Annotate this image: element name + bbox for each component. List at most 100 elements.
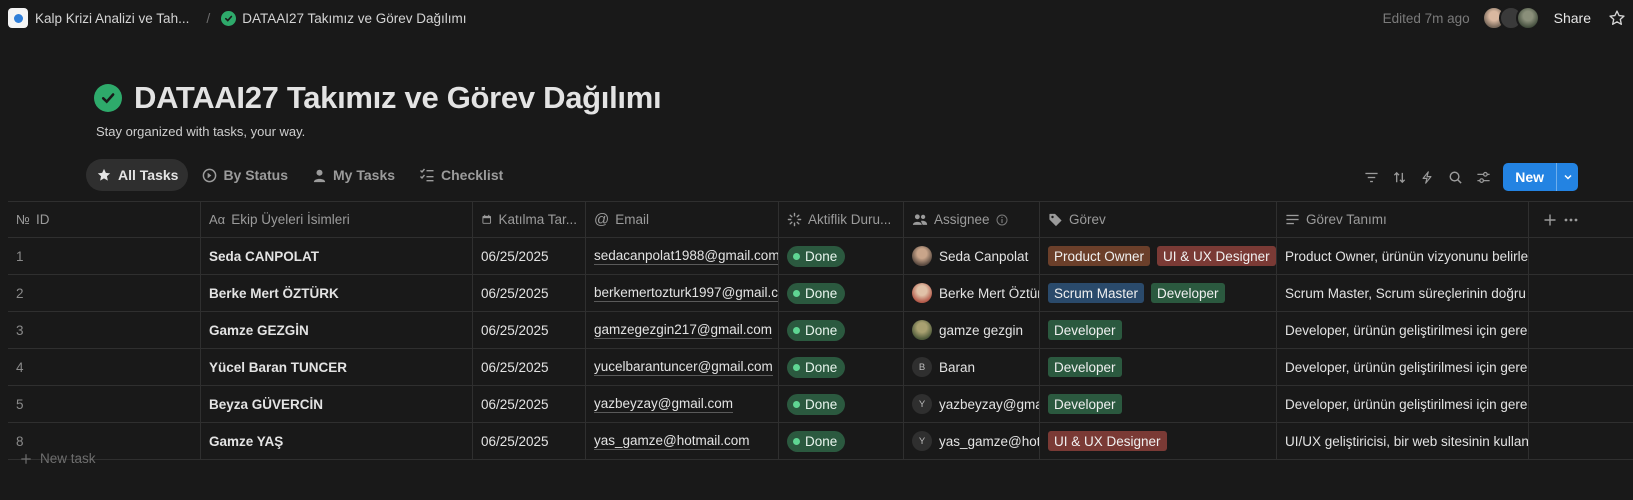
- cell-date[interactable]: 06/25/2025: [473, 275, 586, 311]
- cell-date[interactable]: 06/25/2025: [473, 386, 586, 422]
- table-row[interactable]: 5 Beyza GÜVERCİN 06/25/2025 yazbeyzay@gm…: [8, 386, 1633, 423]
- gorev-tag[interactable]: Product Owner: [1048, 246, 1151, 266]
- gorev-tag[interactable]: UI & UX Designer: [1048, 431, 1167, 451]
- cell-assignee[interactable]: B Baran: [904, 349, 1040, 385]
- column-header-email[interactable]: @ Email: [586, 202, 779, 237]
- cell-tanim[interactable]: Developer, ürünün geliştirilmesi için ge…: [1277, 386, 1529, 422]
- tab-by-status[interactable]: By Status: [192, 159, 298, 191]
- status-badge[interactable]: Done: [787, 245, 846, 267]
- cell-tanim[interactable]: Product Owner, ürünün vizyonunu belirler: [1277, 238, 1529, 274]
- cell-assignee[interactable]: Berke Mert Öztürk: [904, 275, 1040, 311]
- cell-gorev[interactable]: Developer: [1040, 349, 1277, 385]
- assignee[interactable]: Berke Mert Öztürk: [912, 283, 1039, 303]
- share-button[interactable]: Share: [1554, 10, 1591, 26]
- email-link[interactable]: yucelbarantuncer@gmail.com: [594, 359, 773, 376]
- collaborator-avatars[interactable]: [1481, 6, 1540, 30]
- new-button[interactable]: New: [1503, 163, 1556, 191]
- status-badge[interactable]: Done: [787, 393, 846, 415]
- cell-email[interactable]: yas_gamze@hotmail.com: [586, 423, 779, 459]
- cell-status[interactable]: Done: [779, 349, 904, 385]
- assignee[interactable]: Yyazbeyzay@gmail: [912, 394, 1039, 414]
- cell-date[interactable]: 06/25/2025: [473, 312, 586, 348]
- cell-status[interactable]: Done: [779, 423, 904, 459]
- chevron-down-icon[interactable]: [1556, 163, 1578, 191]
- search-icon[interactable]: [1441, 164, 1469, 190]
- cell-gorev[interactable]: Developer: [1040, 312, 1277, 348]
- table-row[interactable]: 8 Gamze YAŞ 06/25/2025 yas_gamze@hotmail…: [8, 423, 1633, 460]
- filter-icon[interactable]: [1357, 164, 1385, 190]
- cell-status[interactable]: Done: [779, 386, 904, 422]
- settings-sliders-icon[interactable]: [1469, 164, 1497, 190]
- gorev-tag[interactable]: Developer: [1048, 357, 1122, 377]
- assignee[interactable]: gamze gezgin: [912, 320, 1023, 340]
- cell-id[interactable]: 5: [8, 386, 201, 422]
- assignee[interactable]: Seda Canpolat: [912, 246, 1028, 266]
- column-header-name[interactable]: Aα Ekip Üyeleri İsimleri: [201, 202, 473, 237]
- assignee[interactable]: Yyas_gamze@hotm: [912, 431, 1039, 451]
- column-header-id[interactable]: № ID: [8, 202, 201, 237]
- cell-tanim[interactable]: Developer, ürünün geliştirilmesi için ge…: [1277, 312, 1529, 348]
- table-row[interactable]: 2 Berke Mert ÖZTÜRK 06/25/2025 berkemert…: [8, 275, 1633, 312]
- cell-gorev[interactable]: Product Owner UI & UX Designer: [1040, 238, 1277, 274]
- cell-assignee[interactable]: gamze gezgin: [904, 312, 1040, 348]
- gorev-tag[interactable]: Developer: [1151, 283, 1225, 303]
- cell-email[interactable]: sedacanpolat1988@gmail.com: [586, 238, 779, 274]
- cell-assignee[interactable]: Seda Canpolat: [904, 238, 1040, 274]
- cell-assignee[interactable]: Yyazbeyzay@gmail: [904, 386, 1040, 422]
- cell-date[interactable]: 06/25/2025: [473, 238, 586, 274]
- breadcrumb-page[interactable]: DATAAI27 Takımız ve Görev Dağılımı: [221, 10, 467, 26]
- cell-date[interactable]: 06/25/2025: [473, 349, 586, 385]
- cell-tanim[interactable]: Scrum Master, Scrum süreçlerinin doğru b: [1277, 275, 1529, 311]
- column-header-gorev[interactable]: Görev: [1040, 202, 1277, 237]
- cell-tanim[interactable]: Developer, ürünün geliştirilmesi için ge…: [1277, 349, 1529, 385]
- new-task-button[interactable]: New task: [20, 451, 96, 466]
- cell-gorev[interactable]: UI & UX Designer: [1040, 423, 1277, 459]
- favorite-star-icon[interactable]: [1601, 9, 1633, 27]
- table-row[interactable]: 4 Yücel Baran TUNCER 06/25/2025 yucelbar…: [8, 349, 1633, 386]
- cell-name[interactable]: Gamze GEZGİN: [201, 312, 473, 348]
- cell-email[interactable]: yazbeyzay@gmail.com: [586, 386, 779, 422]
- assignee[interactable]: B Baran: [912, 357, 975, 377]
- cell-id[interactable]: 4: [8, 349, 201, 385]
- cell-id[interactable]: 2: [8, 275, 201, 311]
- cell-status[interactable]: Done: [779, 238, 904, 274]
- plus-icon[interactable]: [1543, 213, 1557, 227]
- tab-checklist[interactable]: Checklist: [409, 159, 513, 191]
- cell-name[interactable]: Gamze YAŞ: [201, 423, 473, 459]
- cell-id[interactable]: 3: [8, 312, 201, 348]
- cell-gorev[interactable]: Developer: [1040, 386, 1277, 422]
- status-badge[interactable]: Done: [787, 430, 846, 452]
- sort-icon[interactable]: [1385, 164, 1413, 190]
- status-badge[interactable]: Done: [787, 282, 846, 304]
- email-link[interactable]: sedacanpolat1988@gmail.com: [594, 248, 778, 265]
- cell-name[interactable]: Beyza GÜVERCİN: [201, 386, 473, 422]
- cell-status[interactable]: Done: [779, 312, 904, 348]
- gorev-tag[interactable]: Developer: [1048, 320, 1122, 340]
- email-link[interactable]: berkemertozturk1997@gmail.com: [594, 285, 778, 302]
- cell-gorev[interactable]: Scrum Master Developer: [1040, 275, 1277, 311]
- cell-assignee[interactable]: Yyas_gamze@hotm: [904, 423, 1040, 459]
- breadcrumb-workspace[interactable]: Kalp Krizi Analizi ve Tah...: [8, 8, 189, 28]
- email-link[interactable]: yazbeyzay@gmail.com: [594, 396, 734, 413]
- column-header-status[interactable]: Aktiflik Duru...: [779, 202, 904, 237]
- status-badge[interactable]: Done: [787, 319, 846, 341]
- column-header-assignee[interactable]: Assignee: [904, 202, 1040, 237]
- cell-email[interactable]: yucelbarantuncer@gmail.com: [586, 349, 779, 385]
- tab-all-tasks[interactable]: All Tasks: [86, 159, 189, 191]
- cell-name[interactable]: Berke Mert ÖZTÜRK: [201, 275, 473, 311]
- column-header-date[interactable]: Katılma Tar...: [473, 202, 586, 237]
- table-row[interactable]: 3 Gamze GEZGİN 06/25/2025 gamzegezgin217…: [8, 312, 1633, 349]
- cell-status[interactable]: Done: [779, 275, 904, 311]
- cell-email[interactable]: berkemertozturk1997@gmail.com: [586, 275, 779, 311]
- cell-date[interactable]: 06/25/2025: [473, 423, 586, 459]
- cell-name[interactable]: Yücel Baran TUNCER: [201, 349, 473, 385]
- more-horizontal-icon[interactable]: [1563, 213, 1579, 227]
- gorev-tag[interactable]: Developer: [1048, 394, 1122, 414]
- table-row[interactable]: 1 Seda CANPOLAT 06/25/2025 sedacanpolat1…: [8, 238, 1633, 275]
- automation-bolt-icon[interactable]: [1413, 164, 1441, 190]
- cell-id[interactable]: 1: [8, 238, 201, 274]
- gorev-tag[interactable]: Scrum Master: [1048, 283, 1145, 303]
- gorev-tag[interactable]: UI & UX Designer: [1157, 246, 1276, 266]
- status-badge[interactable]: Done: [787, 356, 846, 378]
- email-link[interactable]: yas_gamze@hotmail.com: [594, 433, 750, 450]
